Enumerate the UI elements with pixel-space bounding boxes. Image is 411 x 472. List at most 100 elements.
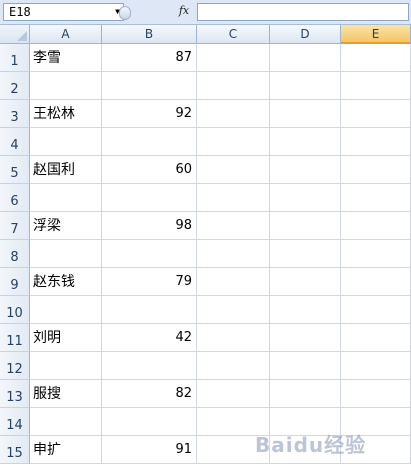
formula-input[interactable] (197, 3, 409, 21)
row-header[interactable]: 8 (0, 240, 30, 268)
cell-empty[interactable] (270, 324, 341, 352)
column-header-e[interactable]: E (341, 25, 411, 44)
cell-score[interactable]: 87 (102, 44, 197, 72)
cell-empty[interactable] (270, 240, 341, 268)
cell-score[interactable]: 79 (102, 268, 197, 296)
column-header-d[interactable]: D (270, 25, 341, 44)
name-box[interactable]: E18 ▼ (3, 3, 124, 21)
cell-name[interactable]: 服搜 (30, 380, 102, 408)
cell-empty[interactable] (197, 240, 270, 268)
cell-name[interactable]: 刘明 (30, 324, 102, 352)
cell-empty[interactable] (270, 128, 341, 156)
cell-score[interactable]: 98 (102, 212, 197, 240)
cell-empty[interactable] (270, 44, 341, 72)
cell-score[interactable]: 60 (102, 156, 197, 184)
cell-empty[interactable] (341, 324, 411, 352)
select-all-button[interactable] (0, 25, 30, 44)
cell-name[interactable]: 浮梁 (30, 212, 102, 240)
cell-empty[interactable] (197, 324, 270, 352)
cell-empty[interactable] (270, 380, 341, 408)
row-header[interactable]: 9 (0, 268, 30, 296)
cell-score[interactable] (102, 352, 197, 380)
cell-empty[interactable] (197, 212, 270, 240)
column-header-a[interactable]: A (30, 25, 102, 44)
column-header-c[interactable]: C (197, 25, 270, 44)
row-header[interactable]: 2 (0, 72, 30, 100)
cell-score[interactable]: 92 (102, 100, 197, 128)
cell-name[interactable]: 王松林 (30, 100, 102, 128)
cell-empty[interactable] (270, 184, 341, 212)
row-header[interactable]: 15 (0, 436, 30, 464)
cell-name[interactable] (30, 128, 102, 156)
row-header[interactable]: 1 (0, 44, 30, 72)
cell-name[interactable]: 李雪 (30, 44, 102, 72)
cell-score[interactable] (102, 128, 197, 156)
cell-score[interactable]: 91 (102, 436, 197, 464)
row-header[interactable]: 10 (0, 296, 30, 324)
cell-name[interactable]: 赵东钱 (30, 268, 102, 296)
cell-name[interactable]: 申扩 (30, 436, 102, 464)
formula-bar-splitter[interactable] (119, 6, 131, 20)
cell-empty[interactable] (197, 380, 270, 408)
cell-empty[interactable] (270, 100, 341, 128)
cell-empty[interactable] (341, 184, 411, 212)
cell-score[interactable] (102, 72, 197, 100)
cell-empty[interactable] (270, 72, 341, 100)
cell-empty[interactable] (270, 436, 341, 464)
cell-empty[interactable] (197, 436, 270, 464)
cell-empty[interactable] (197, 100, 270, 128)
cell-empty[interactable] (197, 408, 270, 436)
cell-score[interactable] (102, 184, 197, 212)
cell-name[interactable] (30, 296, 102, 324)
row-header[interactable]: 5 (0, 156, 30, 184)
cell-score[interactable] (102, 296, 197, 324)
cell-empty[interactable] (197, 268, 270, 296)
cell-empty[interactable] (341, 156, 411, 184)
row-header[interactable]: 3 (0, 100, 30, 128)
cell-empty[interactable] (197, 352, 270, 380)
cell-name[interactable] (30, 240, 102, 268)
row-header[interactable]: 11 (0, 324, 30, 352)
row-header[interactable]: 14 (0, 408, 30, 436)
cell-empty[interactable] (341, 296, 411, 324)
cell-empty[interactable] (270, 268, 341, 296)
cell-empty[interactable] (341, 212, 411, 240)
cell-score[interactable]: 82 (102, 380, 197, 408)
cell-empty[interactable] (341, 380, 411, 408)
cell-empty[interactable] (197, 72, 270, 100)
cell-name[interactable]: 赵国利 (30, 156, 102, 184)
cell-empty[interactable] (341, 44, 411, 72)
cell-name[interactable] (30, 72, 102, 100)
cell-empty[interactable] (341, 268, 411, 296)
row-header[interactable]: 6 (0, 184, 30, 212)
cell-empty[interactable] (197, 44, 270, 72)
row-header[interactable]: 7 (0, 212, 30, 240)
cell-empty[interactable] (270, 296, 341, 324)
cell-empty[interactable] (341, 408, 411, 436)
cell-empty[interactable] (341, 128, 411, 156)
cell-score[interactable]: 42 (102, 324, 197, 352)
cell-name[interactable] (30, 352, 102, 380)
cell-name[interactable] (30, 408, 102, 436)
row-header[interactable]: 12 (0, 352, 30, 380)
cell-empty[interactable] (270, 212, 341, 240)
cell-empty[interactable] (341, 436, 411, 464)
cell-score[interactable] (102, 240, 197, 268)
cell-empty[interactable] (270, 352, 341, 380)
cell-empty[interactable] (341, 100, 411, 128)
cell-empty[interactable] (197, 296, 270, 324)
insert-function-icon[interactable]: fx (176, 3, 192, 19)
cell-empty[interactable] (341, 352, 411, 380)
cell-empty[interactable] (270, 408, 341, 436)
row-header[interactable]: 13 (0, 380, 30, 408)
cell-empty[interactable] (197, 184, 270, 212)
cell-empty[interactable] (341, 240, 411, 268)
cell-empty[interactable] (197, 128, 270, 156)
cell-empty[interactable] (341, 72, 411, 100)
cell-empty[interactable] (197, 156, 270, 184)
cell-empty[interactable] (270, 156, 341, 184)
cell-name[interactable] (30, 184, 102, 212)
cell-score[interactable] (102, 408, 197, 436)
column-header-b[interactable]: B (102, 25, 197, 44)
row-header[interactable]: 4 (0, 128, 30, 156)
